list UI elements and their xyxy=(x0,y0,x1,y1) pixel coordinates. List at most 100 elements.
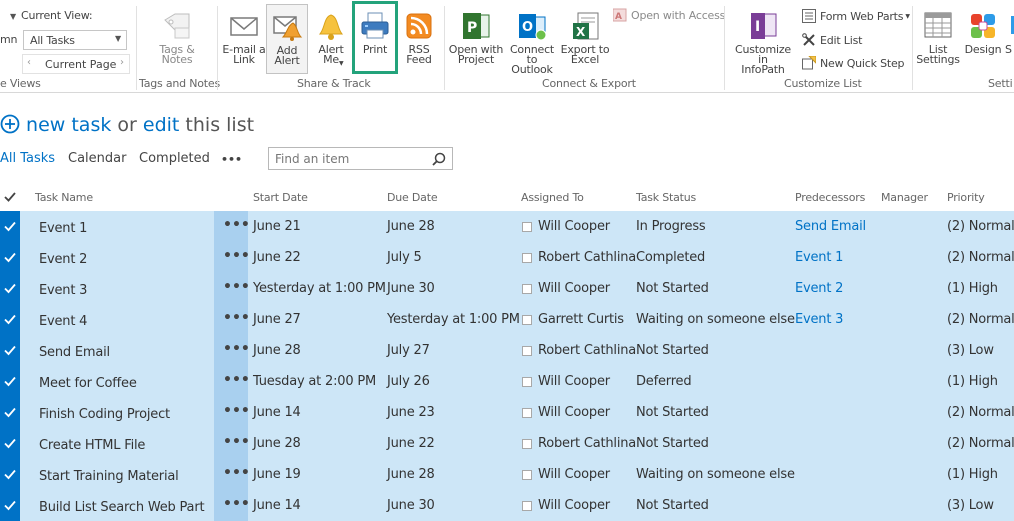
task-name[interactable]: Build List Search Web Part xyxy=(39,500,205,515)
row-checkbox[interactable] xyxy=(0,428,20,459)
table-row[interactable]: Meet for Coffee ••• Tuesday at 2:00 PM J… xyxy=(0,366,1014,397)
assigned-to[interactable]: Will Cooper xyxy=(538,405,610,420)
table-row[interactable]: Build List Search Web Part ••• June 14 J… xyxy=(0,490,1014,521)
connect-outlook-button[interactable]: O Connect to Outlook xyxy=(504,10,560,75)
view-all-tasks[interactable]: All Tasks xyxy=(0,151,55,166)
item-menu-button[interactable]: ••• xyxy=(214,304,250,335)
search-icon[interactable] xyxy=(432,152,446,166)
item-menu-button[interactable]: ••• xyxy=(214,366,250,397)
item-menu-button[interactable]: ••• xyxy=(214,273,250,304)
column-header-start-date[interactable]: Start Date xyxy=(253,191,308,204)
task-name[interactable]: Event 3 xyxy=(39,283,87,298)
dropdown-arrow-icon[interactable]: ▼ xyxy=(10,12,16,21)
edit-list-link[interactable]: edit xyxy=(143,114,179,136)
rss-feed-button[interactable]: RSS Feed xyxy=(400,10,438,65)
table-row[interactable]: Send Email ••• June 28 July 27 Robert Ca… xyxy=(0,335,1014,366)
table-row[interactable]: Event 2 ••• June 22 July 5 Robert Cathli… xyxy=(0,242,1014,273)
alert-me-button[interactable]: Alert Me ▼ xyxy=(312,10,350,67)
assigned-to[interactable]: Robert Cathlina xyxy=(538,436,636,451)
select-all-checkmark-icon[interactable] xyxy=(4,191,16,203)
edit-list-button[interactable]: Edit List xyxy=(802,33,862,47)
task-name[interactable]: Event 1 xyxy=(39,221,87,236)
column-header-manager[interactable]: Manager xyxy=(881,191,928,204)
task-name[interactable]: Meet for Coffee xyxy=(39,376,137,391)
task-name[interactable]: Create HTML File xyxy=(39,438,145,453)
assigned-to[interactable]: Garrett Curtis xyxy=(538,312,624,327)
item-menu-button[interactable]: ••• xyxy=(214,242,250,273)
task-name[interactable]: Event 2 xyxy=(39,252,87,267)
open-with-project-button[interactable]: P Open with Project xyxy=(448,10,504,65)
table-row[interactable]: Finish Coding Project ••• June 14 June 2… xyxy=(0,397,1014,428)
priority: (2) Normal xyxy=(947,250,1014,265)
predecessor-link[interactable]: Send Email xyxy=(795,219,866,234)
column-header-priority[interactable]: Priority xyxy=(947,191,985,204)
email-link-button[interactable]: E-mail a Link xyxy=(222,10,266,65)
assigned-to[interactable]: Will Cooper xyxy=(538,374,610,389)
view-calendar[interactable]: Calendar xyxy=(68,151,126,166)
current-view-value: All Tasks xyxy=(30,34,75,47)
item-menu-button[interactable]: ••• xyxy=(214,335,250,366)
next-page-icon[interactable]: › xyxy=(120,57,124,68)
form-web-parts-button[interactable]: Form Web Parts ▼ xyxy=(802,9,910,23)
item-menu-button[interactable]: ••• xyxy=(214,211,250,242)
customize-infopath-label: Customize in InfoPath xyxy=(735,43,791,76)
assigned-to[interactable]: Robert Cathlina xyxy=(538,250,636,265)
new-quick-step-button[interactable]: New Quick Step xyxy=(802,56,905,70)
column-label-partial[interactable]: mn xyxy=(0,33,18,46)
item-menu-button[interactable]: ••• xyxy=(214,428,250,459)
assigned-to[interactable]: Robert Cathlina xyxy=(538,343,636,358)
row-checkbox[interactable] xyxy=(0,242,20,273)
task-status: Deferred xyxy=(636,374,692,389)
column-header-assigned-to[interactable]: Assigned To xyxy=(521,191,584,204)
new-task-link[interactable]: new task xyxy=(26,114,111,136)
table-row[interactable]: Event 4 ••• June 27 Yesterday at 1:00 PM… xyxy=(0,304,1014,335)
table-row[interactable]: Event 3 ••• Yesterday at 1:00 PM June 30… xyxy=(0,273,1014,304)
design-button[interactable]: Design xyxy=(963,10,1003,55)
row-checkbox[interactable] xyxy=(0,304,20,335)
more-views-ellipsis[interactable]: ••• xyxy=(221,153,242,166)
column-header-predecessors[interactable]: Predecessors xyxy=(795,191,865,204)
previous-page-icon[interactable]: ‹ xyxy=(27,57,31,68)
customize-infopath-button[interactable]: I Customize in InfoPath xyxy=(730,10,796,75)
view-completed[interactable]: Completed xyxy=(139,151,210,166)
column-header-task-name[interactable]: Task Name xyxy=(35,191,93,204)
row-checkbox[interactable] xyxy=(0,366,20,397)
plus-circle-icon[interactable] xyxy=(0,114,20,134)
add-alert-button[interactable]: Add Alert xyxy=(266,4,308,74)
task-name[interactable]: Send Email xyxy=(39,345,110,360)
predecessor-link[interactable]: Event 1 xyxy=(795,250,843,265)
tags-notes-button[interactable]: Tags & Notes xyxy=(152,10,202,65)
row-checkbox[interactable] xyxy=(0,459,20,490)
current-view-dropdown[interactable]: All Tasks ▼ xyxy=(23,30,127,50)
task-name[interactable]: Start Training Material xyxy=(39,469,179,484)
item-menu-button[interactable]: ••• xyxy=(214,459,250,490)
due-date: June 22 xyxy=(387,436,435,451)
assigned-to[interactable]: Will Cooper xyxy=(538,281,610,296)
row-checkbox[interactable] xyxy=(0,273,20,304)
column-header-task-status[interactable]: Task Status xyxy=(636,191,696,204)
item-menu-button[interactable]: ••• xyxy=(214,397,250,428)
task-name[interactable]: Finish Coding Project xyxy=(39,407,170,422)
table-row[interactable]: Start Training Material ••• June 19 June… xyxy=(0,459,1014,490)
search-input[interactable]: Find an item xyxy=(268,147,453,170)
print-button[interactable]: Print xyxy=(355,4,395,72)
assigned-to[interactable]: Will Cooper xyxy=(538,498,610,513)
list-settings-button[interactable]: List Settings xyxy=(916,10,960,65)
table-row[interactable]: Create HTML File ••• June 28 June 22 Rob… xyxy=(0,428,1014,459)
settings-partial-button[interactable]: S xyxy=(1005,10,1014,55)
open-with-access-button[interactable]: A Open with Access xyxy=(613,8,725,22)
row-checkbox[interactable] xyxy=(0,335,20,366)
assigned-to[interactable]: Will Cooper xyxy=(538,219,610,234)
item-menu-button[interactable]: ••• xyxy=(214,490,250,521)
row-checkbox[interactable] xyxy=(0,490,20,521)
assigned-to[interactable]: Will Cooper xyxy=(538,467,610,482)
row-checkbox[interactable] xyxy=(0,397,20,428)
row-checkbox[interactable] xyxy=(0,211,20,242)
predecessor-link[interactable]: Event 2 xyxy=(795,281,843,296)
export-excel-button[interactable]: X Export to Excel xyxy=(560,10,610,65)
task-name[interactable]: Event 4 xyxy=(39,314,87,329)
predecessor-link[interactable]: Event 3 xyxy=(795,312,843,327)
table-row[interactable]: Event 1 ••• June 21 June 28 Will Cooper … xyxy=(0,211,1014,242)
column-header-due-date[interactable]: Due Date xyxy=(387,191,438,204)
current-page-button[interactable]: ‹ Current Page › xyxy=(22,54,130,74)
